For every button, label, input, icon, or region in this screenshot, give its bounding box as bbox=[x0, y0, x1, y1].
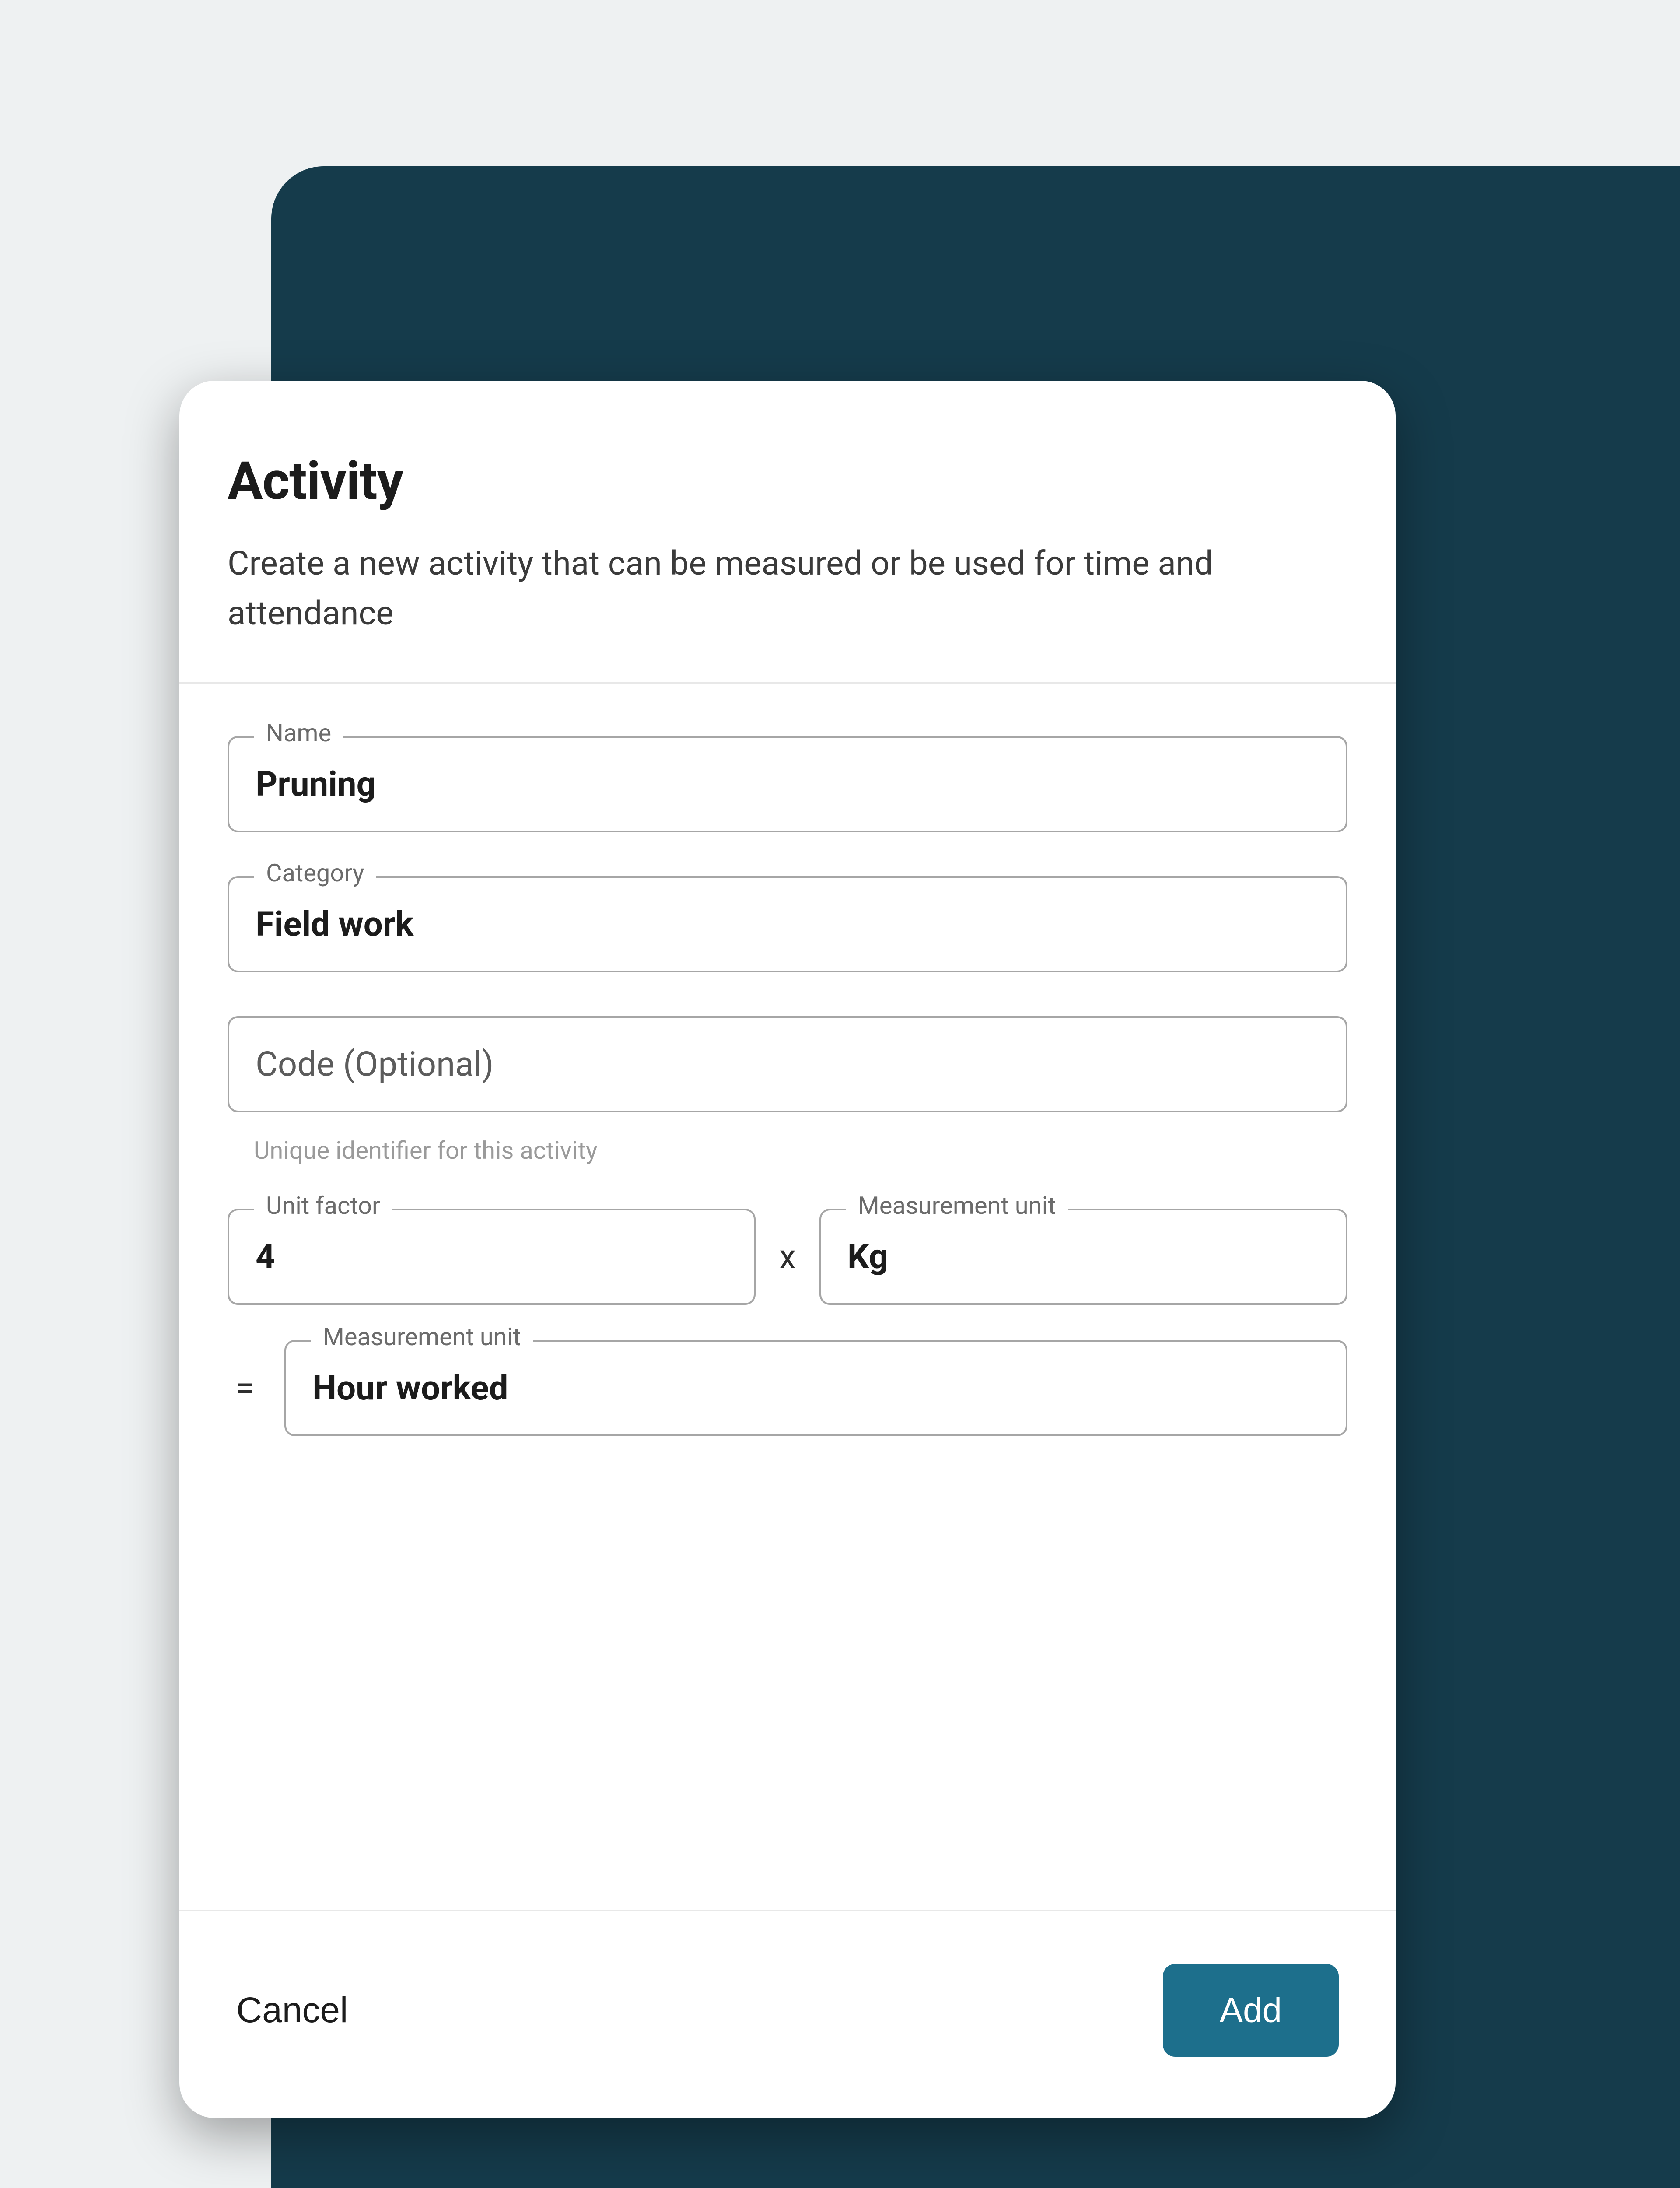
measurement-unit-field[interactable]: Measurement unit Kg bbox=[819, 1209, 1348, 1305]
category-field[interactable]: Category Field work bbox=[228, 876, 1348, 972]
measurement-unit-value: Kg bbox=[847, 1237, 888, 1277]
dialog-subtitle: Create a new activity that can be measur… bbox=[228, 538, 1348, 638]
dialog-body: Name Pruning Category Field work Code (O… bbox=[179, 684, 1396, 1910]
code-field[interactable]: Code (Optional) bbox=[228, 1016, 1348, 1112]
equals-symbol: = bbox=[228, 1368, 262, 1408]
name-field[interactable]: Name Pruning bbox=[228, 736, 1348, 832]
code-helper-text: Unique identifier for this activity bbox=[228, 1123, 1348, 1165]
dialog-header: Activity Create a new activity that can … bbox=[179, 381, 1396, 684]
code-placeholder: Code (Optional) bbox=[256, 1045, 494, 1084]
dialog-footer: Cancel Add bbox=[179, 1910, 1396, 2118]
dialog-title: Activity bbox=[228, 451, 1348, 512]
category-label: Category bbox=[254, 859, 376, 887]
factor-times-unit-row: Unit factor 4 x Measurement unit Kg bbox=[228, 1209, 1348, 1305]
cancel-button[interactable]: Cancel bbox=[236, 1990, 348, 2031]
activity-dialog: Activity Create a new activity that can … bbox=[179, 381, 1396, 2118]
result-unit-field[interactable]: Measurement unit Hour worked bbox=[284, 1340, 1348, 1436]
add-button[interactable]: Add bbox=[1163, 1964, 1339, 2057]
unit-factor-value: 4 bbox=[256, 1237, 275, 1277]
equals-result-row: = Measurement unit Hour worked bbox=[228, 1340, 1348, 1436]
result-unit-value: Hour worked bbox=[312, 1368, 508, 1408]
unit-factor-field[interactable]: Unit factor 4 bbox=[228, 1209, 756, 1305]
name-value: Pruning bbox=[256, 764, 376, 804]
multiply-symbol: x bbox=[777, 1237, 798, 1276]
name-label: Name bbox=[254, 719, 343, 747]
result-unit-label: Measurement unit bbox=[311, 1322, 533, 1351]
page-background: Activity Create a new activity that can … bbox=[0, 0, 1680, 2188]
unit-factor-label: Unit factor bbox=[254, 1191, 392, 1220]
measurement-unit-label: Measurement unit bbox=[846, 1191, 1068, 1220]
category-value: Field work bbox=[256, 905, 413, 944]
